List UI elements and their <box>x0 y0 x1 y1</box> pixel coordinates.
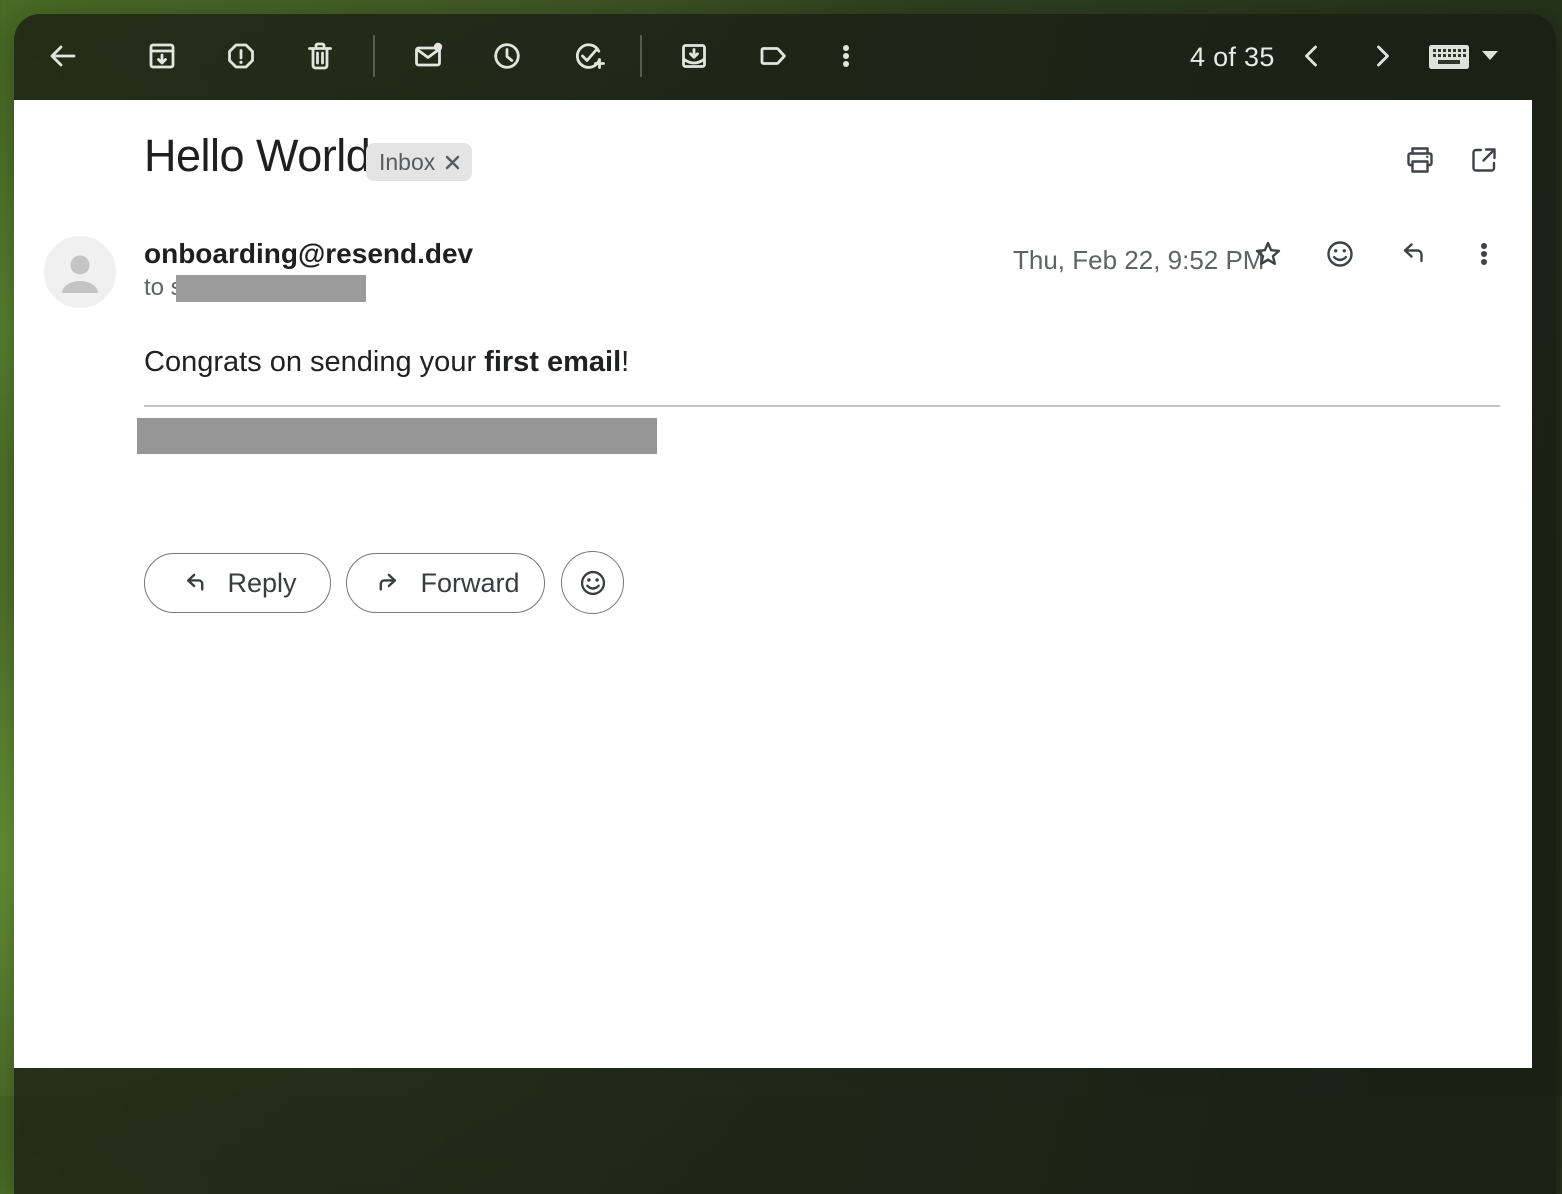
newer-email-button[interactable] <box>1288 32 1336 80</box>
emoji-reaction-button[interactable] <box>1316 231 1364 279</box>
redacted-content <box>137 418 657 454</box>
print-icon <box>1400 140 1440 183</box>
emoji-button[interactable] <box>561 551 624 614</box>
email-subject: Hello World <box>144 130 370 182</box>
mark-unread-button[interactable] <box>404 32 452 80</box>
recipient-line[interactable]: to s <box>144 274 366 302</box>
reply-button[interactable]: Reply <box>144 553 331 613</box>
print-button[interactable] <box>1396 137 1444 185</box>
more-button[interactable] <box>822 32 870 80</box>
report-spam-icon <box>221 36 261 76</box>
body-text-suffix: ! <box>621 346 629 378</box>
move-to-icon <box>674 36 714 76</box>
archive-button[interactable] <box>138 32 186 80</box>
sender-avatar[interactable] <box>44 236 116 308</box>
pagination-counter: 4 of 35 <box>1190 14 1275 100</box>
sender-email[interactable]: onboarding@resend.dev <box>144 238 473 270</box>
mark-unread-icon <box>408 36 448 76</box>
dropdown-arrow-icon <box>1481 49 1499 64</box>
keyboard-icon <box>1426 35 1472 78</box>
snooze-clock-icon <box>487 36 527 76</box>
body-text-prefix: Congrats on sending your <box>144 346 484 378</box>
labels-button[interactable] <box>749 32 797 80</box>
email-pane: Hello World Inbox onboarding@resend.dev … <box>14 100 1532 1068</box>
toolbar-divider <box>373 35 375 77</box>
report-spam-button[interactable] <box>217 32 265 80</box>
chip-label: Inbox <box>379 149 435 176</box>
add-to-tasks-icon <box>568 36 608 76</box>
forward-button[interactable]: Forward <box>346 553 545 613</box>
label-icon <box>753 36 793 76</box>
body-divider <box>144 405 1500 407</box>
older-email-button[interactable] <box>1358 32 1406 80</box>
trash-icon <box>300 36 340 76</box>
back-button[interactable] <box>38 32 86 80</box>
open-in-new-icon <box>1464 140 1504 183</box>
email-toolbar: 4 of 35 <box>14 14 1556 100</box>
more-options-button[interactable] <box>1460 231 1508 279</box>
more-vert-icon <box>826 36 866 76</box>
delete-button[interactable] <box>296 32 344 80</box>
star-button[interactable] <box>1244 231 1292 279</box>
email-body: Congrats on sending your first email! <box>144 344 629 380</box>
toolbar-divider <box>640 35 642 77</box>
email-date: Thu, Feb 22, 9:52 PM <box>1013 245 1264 276</box>
reply-arrow-icon <box>178 566 212 600</box>
chip-remove-icon[interactable] <box>444 154 461 171</box>
reply-button-label: Reply <box>227 568 296 599</box>
reply-arrow-icon <box>1393 234 1433 277</box>
back-arrow-icon <box>42 36 82 76</box>
smiley-icon <box>574 564 612 602</box>
open-in-new-button[interactable] <box>1460 137 1508 185</box>
input-tools-button[interactable] <box>1426 32 1510 80</box>
redacted-recipient <box>176 275 366 302</box>
forward-arrow-icon <box>371 566 405 600</box>
more-vert-icon <box>1464 234 1504 277</box>
add-to-tasks-button[interactable] <box>564 32 612 80</box>
move-to-button[interactable] <box>670 32 718 80</box>
gmail-window: 4 of 35 Hello World Inbox <box>14 14 1556 1194</box>
chevron-left-icon <box>1292 36 1332 76</box>
inbox-label-chip[interactable]: Inbox <box>366 143 472 181</box>
archive-icon <box>142 36 182 76</box>
reply-icon-button[interactable] <box>1389 231 1437 279</box>
body-text-bold: first email <box>484 346 621 378</box>
star-icon <box>1248 234 1288 277</box>
snooze-button[interactable] <box>483 32 531 80</box>
forward-button-label: Forward <box>420 568 519 599</box>
emoji-icon <box>1320 234 1360 277</box>
chevron-right-icon <box>1362 36 1402 76</box>
